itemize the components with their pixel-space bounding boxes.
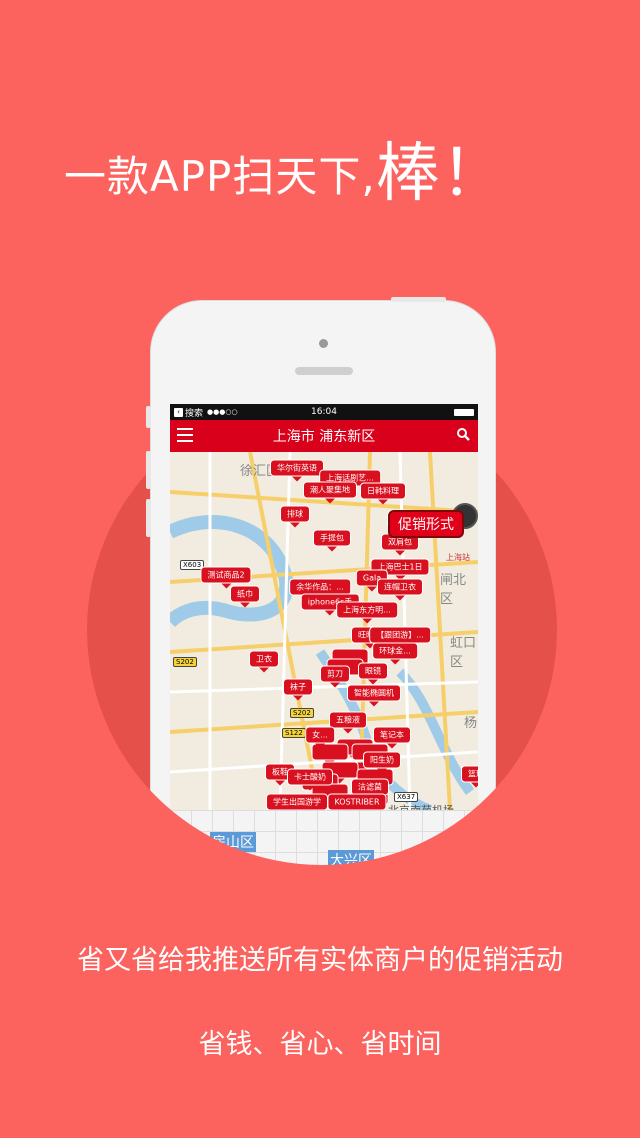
road-sign: X637 (394, 792, 419, 802)
tagline-secondary: 省钱、省心、省时间 (198, 1029, 442, 1060)
tagline-primary: 省又省给我推送所有实体商户的促销活动 (77, 945, 563, 976)
